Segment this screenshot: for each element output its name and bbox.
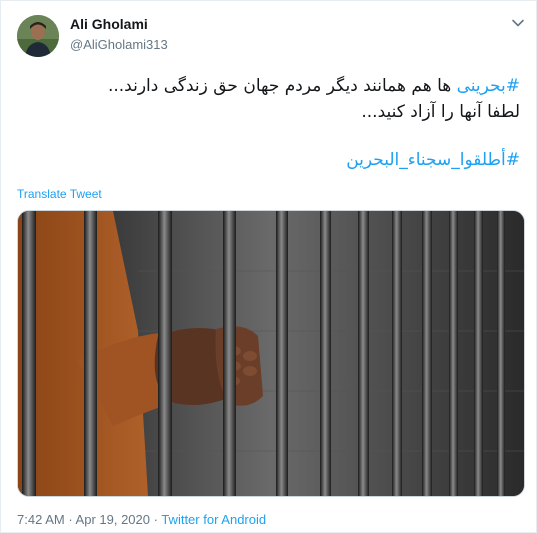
tweet-footer: 7:42 AM · Apr 19, 2020 · Twitter for And… xyxy=(17,512,266,527)
tweet-line-1: #بحرینی ها هم همانند دیگر مردم جهان حق ز… xyxy=(15,73,520,99)
chevron-down-icon[interactable] xyxy=(511,15,525,29)
tweet-text: #بحرینی ها هم همانند دیگر مردم جهان حق ز… xyxy=(15,73,520,173)
profile-photo xyxy=(17,15,59,57)
footer-separator: · xyxy=(64,512,76,527)
translate-tweet-link[interactable]: Translate Tweet xyxy=(17,187,102,201)
tweet-line-1-text: ها هم همانند دیگر مردم جهان حق زندگی دار… xyxy=(107,76,457,96)
tweet-date[interactable]: Apr 19, 2020 xyxy=(76,512,150,527)
tweet-card: Ali Gholami @AliGholami313 #بحرینی ها هم… xyxy=(0,0,537,533)
hashtag-free-bahrain-prisoners[interactable]: #أطلقوا_سجناء_البحرين xyxy=(346,150,520,170)
tweet-line-3: #أطلقوا_سجناء_البحرين xyxy=(15,147,520,173)
avatar[interactable] xyxy=(17,15,59,57)
author-handle[interactable]: @AliGholami313 xyxy=(70,37,168,52)
tweet-media[interactable] xyxy=(17,210,525,497)
tweet-line-2: لطفا آنها را آزاد کنید... xyxy=(361,102,520,122)
prison-bars-photo xyxy=(18,211,524,496)
footer-separator-2: · xyxy=(150,512,162,527)
author-name[interactable]: Ali Gholami xyxy=(70,16,148,32)
hashtag-bahraini[interactable]: #بحرینی xyxy=(457,76,520,96)
tweet-source[interactable]: Twitter for Android xyxy=(161,512,266,527)
tweet-time[interactable]: 7:42 AM xyxy=(17,512,65,527)
